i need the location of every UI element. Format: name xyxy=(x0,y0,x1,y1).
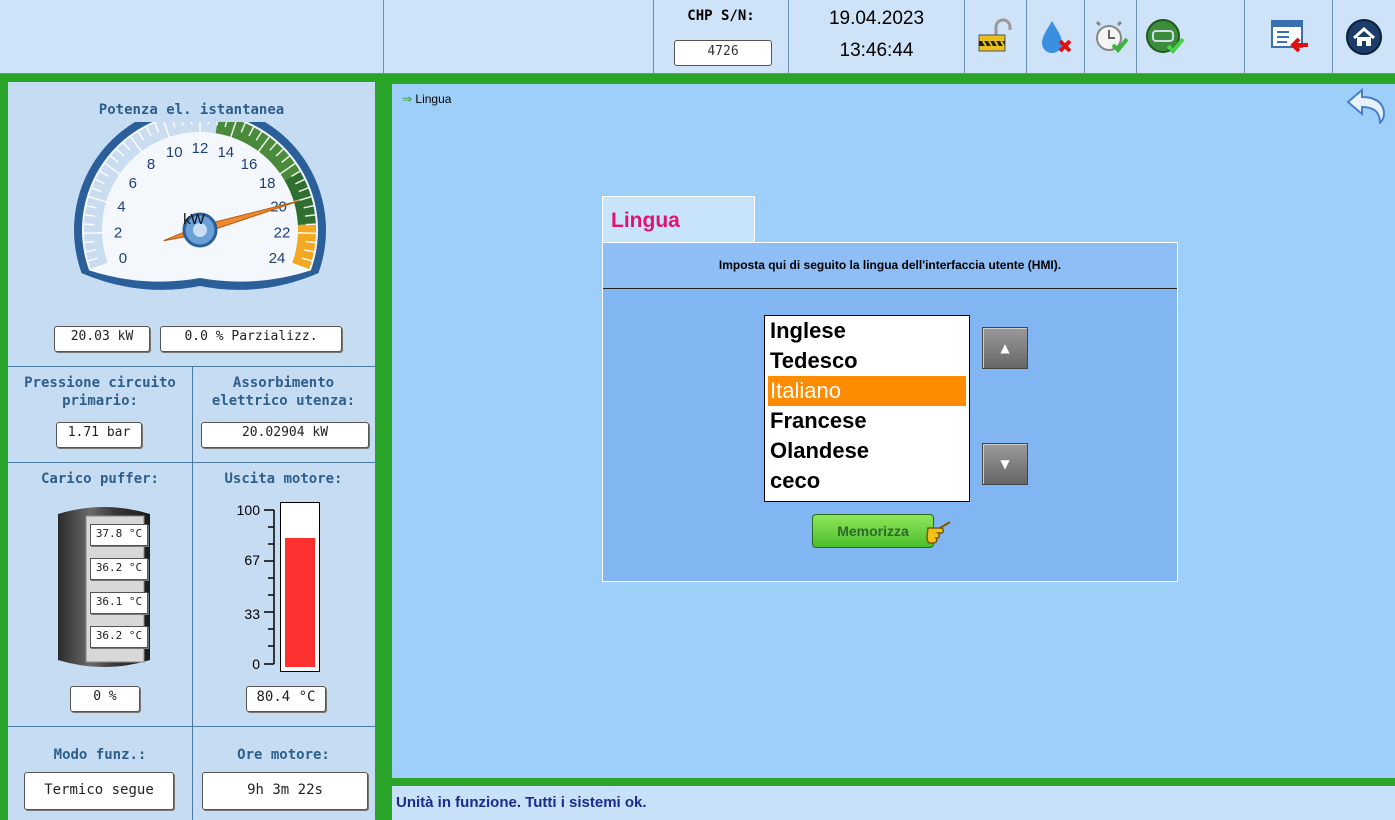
lock-button[interactable] xyxy=(964,0,1026,74)
gauge-tick xyxy=(295,232,316,235)
pressure-label-line2: primario: xyxy=(62,393,138,409)
gauge-tick-label: 2 xyxy=(114,224,122,241)
serial-number-label: CHP S/N: xyxy=(687,8,755,24)
mode-label: Modo funz.: xyxy=(53,747,147,763)
language-option-selected[interactable]: Italiano xyxy=(768,376,966,406)
gauge-tick-label: 10 xyxy=(166,144,183,161)
absorption-value: 20.02904 kW xyxy=(201,422,369,448)
pressure-label-line1: Pressione circuito xyxy=(24,375,176,391)
pointing-hand-icon xyxy=(926,521,951,544)
gauge-tick xyxy=(84,232,105,235)
language-option[interactable]: Inglese xyxy=(768,316,966,346)
buffer-load-value: 0 % xyxy=(70,686,140,712)
gauge-tick-label: 6 xyxy=(129,175,137,192)
pressure-value: 1.71 bar xyxy=(56,422,142,448)
breadcrumb: ⇒ Lingua xyxy=(402,92,451,106)
gauge-tick xyxy=(190,122,193,125)
top-bar: CHP S/N: 4726 19.04.2023 13:46:44 xyxy=(0,0,1395,74)
gauge-tick-label: 14 xyxy=(217,144,234,161)
unlock-icon xyxy=(978,18,1011,52)
breadcrumb-label[interactable]: Lingua xyxy=(415,92,451,106)
scroll-down-button[interactable]: ▼ xyxy=(982,443,1028,485)
engine-out-label: Uscita motore: xyxy=(224,471,343,487)
mode-value: Termico segue xyxy=(24,772,174,810)
gauge-tick-label: 8 xyxy=(147,156,155,173)
gauge-tick-label: 4 xyxy=(117,198,125,215)
gauge-title: Potenza el. istantanea xyxy=(98,102,285,118)
gauge-tick-label: 24 xyxy=(269,250,286,267)
time-display: 13:46:44 xyxy=(839,40,914,61)
engine-ok-icon xyxy=(1145,19,1185,54)
buffer-tank: 37.8 °C 36.2 °C 36.1 °C 36.2 °C xyxy=(52,502,156,674)
dialog-description: Imposta qui di seguito la lingua dell'in… xyxy=(718,258,1062,272)
gauge-tick xyxy=(84,223,95,226)
timer-button[interactable] xyxy=(1084,0,1136,74)
save-button[interactable]: Memorizza xyxy=(812,514,934,548)
scale-tick-67: 67 xyxy=(244,552,260,568)
dialog-title: Lingua xyxy=(611,209,680,232)
language-option[interactable]: ceco xyxy=(768,466,966,496)
gauge-tick-label: 18 xyxy=(259,175,276,192)
serial-number-panel: CHP S/N: 4726 xyxy=(653,0,788,74)
exit-icon xyxy=(1270,20,1308,53)
triangle-down-icon: ▼ xyxy=(1000,457,1010,471)
language-list[interactable]: Inglese Tedesco Italiano Francese Olande… xyxy=(764,315,970,502)
scale-tick-0: 0 xyxy=(252,656,260,672)
temp-scale-ticks xyxy=(264,509,275,665)
home-button[interactable] xyxy=(1332,0,1395,74)
gauge-unit-label: kW xyxy=(183,211,206,228)
engine-out-value: 80.4 °C xyxy=(246,686,326,712)
absorption-label-line2: elettrico utenza: xyxy=(211,393,356,409)
buffer-temp-2: 36.2 °C xyxy=(90,558,148,580)
home-icon xyxy=(1346,19,1382,55)
water-error-icon xyxy=(1041,21,1071,53)
buffer-temp-4: 36.2 °C xyxy=(90,626,148,648)
power-value-box: 20.03 kW xyxy=(54,326,150,352)
buffer-label: Carico puffer: xyxy=(40,471,159,487)
timer-ok-icon xyxy=(1095,20,1129,53)
dialog-tab: Lingua xyxy=(602,196,755,246)
dialog-header: Imposta qui di seguito la lingua dell'in… xyxy=(603,243,1177,289)
left-status-panel: Potenza el. istantanea 02468101214161820… xyxy=(0,74,383,820)
language-option[interactable]: Tedesco xyxy=(768,346,966,376)
gauge-tick xyxy=(305,223,316,226)
engine-temp-meter: 100 67 33 0 xyxy=(228,502,328,682)
partial-load-box: 0.0 % Parzializz. xyxy=(160,326,342,352)
power-gauge: 024681012141618202224 kW xyxy=(74,122,326,290)
temp-bar-fill xyxy=(285,538,315,667)
triangle-up-icon: ▲ xyxy=(1000,341,1010,355)
back-arrow-icon[interactable] xyxy=(1344,88,1388,124)
scroll-up-button[interactable]: ▲ xyxy=(982,327,1028,369)
gauge-tick-label: 0 xyxy=(119,250,127,267)
absorption-label-line1: Assorbimento xyxy=(232,375,335,391)
gauge-tick-label: 22 xyxy=(274,224,291,241)
arrow-right-icon: ⇒ xyxy=(402,92,413,106)
engine-hours-value: 9h 3m 22s xyxy=(202,772,368,810)
language-option[interactable]: Francese xyxy=(768,406,966,436)
gauge-tick-label: 12 xyxy=(192,140,209,157)
exit-button[interactable] xyxy=(1244,0,1332,74)
gauge-tick-label: 16 xyxy=(241,156,258,173)
status-bar: Unità in funzione. Tutti i sistemi ok. xyxy=(392,786,1395,820)
water-status-button[interactable] xyxy=(1026,0,1084,74)
date-display: 19.04.2023 xyxy=(828,8,925,29)
language-option[interactable]: Olandese xyxy=(768,436,966,466)
scale-tick-33: 33 xyxy=(244,606,260,622)
datetime-panel: 19.04.2023 13:46:44 xyxy=(788,0,964,74)
serial-number-value: 4726 xyxy=(674,40,772,66)
buffer-temp-1: 37.8 °C xyxy=(90,524,148,546)
buffer-temp-3: 36.1 °C xyxy=(90,592,148,614)
temp-bar-frame xyxy=(280,502,320,672)
gauge-tick xyxy=(207,122,210,125)
scale-tick-100: 100 xyxy=(236,502,260,518)
engine-status-button[interactable] xyxy=(1136,0,1192,74)
engine-hours-label: Ore motore: xyxy=(237,747,330,763)
